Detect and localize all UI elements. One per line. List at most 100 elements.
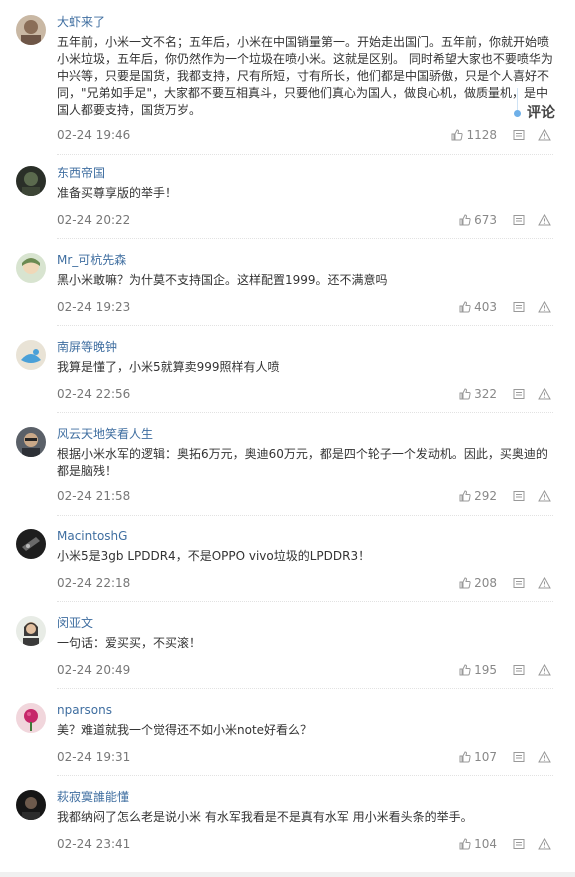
comment-time: 02-24 23:41	[57, 837, 131, 851]
comment-text: 根据小米水军的逻辑：奥拓6万元，奥迪60万元，都是四个轮子一个发动机。因此，买奥…	[57, 447, 548, 478]
avatar[interactable]	[16, 616, 46, 646]
avatar[interactable]	[16, 253, 46, 283]
comment-text: 美？难道就我一个觉得还不如小米note好看么？	[57, 723, 313, 737]
comment-meta: 02-24 22:56 322	[57, 385, 553, 403]
divider	[57, 412, 553, 413]
comment-time: 02-24 21:58	[57, 489, 131, 503]
like-count: 208	[474, 576, 497, 590]
comment-meta: 02-24 19:23 403	[57, 298, 553, 316]
like-count: 673	[474, 213, 497, 227]
report-icon[interactable]	[538, 214, 551, 226]
comment-username[interactable]: nparsons	[57, 703, 112, 717]
comment-text: 黑小米敢嘛？为什莫不支持国企。这样配置1999。还不满意吗	[57, 273, 388, 287]
reply-icon[interactable]	[513, 664, 525, 676]
like-button[interactable]: 195	[459, 661, 497, 679]
divider	[57, 688, 553, 689]
comment-time: 02-24 20:22	[57, 213, 131, 227]
like-button[interactable]: 322	[459, 385, 497, 403]
floating-comment-label: 评论	[527, 105, 555, 121]
like-count: 1128	[466, 128, 497, 142]
report-icon[interactable]	[538, 490, 551, 502]
comment-time: 02-24 22:56	[57, 387, 131, 401]
like-button[interactable]: 673	[459, 211, 497, 229]
like-button[interactable]: 208	[459, 574, 497, 592]
comment-meta: 02-24 22:18 208	[57, 574, 553, 592]
divider	[57, 515, 553, 516]
report-icon[interactable]	[538, 301, 551, 313]
comment-time: 02-24 20:49	[57, 663, 131, 677]
avatar[interactable]	[16, 166, 46, 196]
like-count: 104	[474, 837, 497, 851]
comment-time: 02-24 19:46	[57, 128, 131, 142]
reply-icon[interactable]	[513, 490, 525, 502]
reply-icon[interactable]	[513, 751, 525, 763]
comment-username[interactable]: 大虾来了	[57, 15, 105, 29]
like-count: 292	[474, 489, 497, 503]
floating-comment-button[interactable]: 评论	[510, 88, 570, 128]
comment-username[interactable]: 南屏等晚钟	[57, 340, 117, 354]
like-count: 195	[474, 663, 497, 677]
divider	[57, 601, 553, 602]
like-button[interactable]: 104	[459, 835, 497, 853]
comment-text: 我算是懂了，小米5就算卖999照样有人喷	[57, 360, 280, 374]
comment-text: 五年前，小米一文不名；五年后，小米在中国销量第一。开始走出国门。五年前，你就开始…	[57, 35, 553, 117]
comment-text: 准备买尊享版的举手！	[57, 186, 178, 200]
divider	[57, 238, 553, 239]
reply-icon[interactable]	[513, 838, 525, 850]
dot-icon	[514, 110, 521, 117]
avatar[interactable]	[16, 529, 46, 559]
report-icon[interactable]	[538, 129, 551, 141]
comment-username[interactable]: 萩寂寞誰能懂	[57, 790, 129, 804]
comment-username[interactable]: Mr_可杭先森	[57, 253, 126, 267]
comment-username[interactable]: 闵亚文	[57, 616, 93, 630]
report-icon[interactable]	[538, 577, 551, 589]
comment-time: 02-24 22:18	[57, 576, 131, 590]
thumbs-up-icon	[459, 214, 471, 226]
avatar[interactable]	[16, 703, 46, 733]
comment-meta: 02-24 20:49 195	[57, 661, 553, 679]
like-button[interactable]: 292	[459, 487, 497, 505]
report-icon[interactable]	[538, 388, 551, 400]
like-button[interactable]: 403	[459, 298, 497, 316]
comment-time: 02-24 19:23	[57, 300, 131, 314]
thumbs-up-icon	[459, 838, 471, 850]
avatar[interactable]	[16, 427, 46, 457]
thumbs-up-icon	[459, 664, 471, 676]
avatar[interactable]	[16, 340, 46, 370]
divider	[57, 775, 553, 776]
thumbs-up-icon	[459, 490, 471, 502]
avatar[interactable]	[16, 790, 46, 820]
reply-icon[interactable]	[513, 577, 525, 589]
like-button[interactable]: 1128	[451, 126, 497, 144]
comment-time: 02-24 19:31	[57, 750, 131, 764]
comment-text: 一句话：爱买买，不买滚！	[57, 636, 202, 650]
report-icon[interactable]	[538, 751, 551, 763]
divider	[57, 154, 553, 155]
report-icon[interactable]	[538, 838, 551, 850]
comment-meta: 02-24 21:58 292	[57, 487, 553, 505]
comment-meta: 02-24 19:46 1128	[57, 126, 553, 144]
avatar[interactable]	[16, 15, 46, 45]
reply-icon[interactable]	[513, 301, 525, 313]
like-button[interactable]: 107	[459, 748, 497, 766]
reply-icon[interactable]	[513, 214, 525, 226]
thumbs-up-icon	[459, 388, 471, 400]
reply-icon[interactable]	[513, 129, 525, 141]
reply-icon[interactable]	[513, 388, 525, 400]
comment-username[interactable]: 风云天地笑看人生	[57, 427, 153, 441]
comment-username[interactable]: MacintoshG	[57, 529, 127, 543]
comment-meta: 02-24 20:22 673	[57, 211, 553, 229]
like-count: 322	[474, 387, 497, 401]
thumbs-up-icon	[459, 301, 471, 313]
divider	[57, 325, 553, 326]
bottom-border	[0, 872, 575, 877]
comment-meta: 02-24 23:41 104	[57, 835, 553, 853]
like-count: 107	[474, 750, 497, 764]
comment-meta: 02-24 19:31 107	[57, 748, 553, 766]
thumbs-up-icon	[459, 577, 471, 589]
report-icon[interactable]	[538, 664, 551, 676]
timeline-line	[517, 88, 518, 110]
comment-text: 我都纳闷了怎么老是说小米 有水军我看是不是真有水军 用小米看头条的举手。	[57, 810, 473, 824]
thumbs-up-icon	[451, 129, 464, 141]
comment-username[interactable]: 东西帝国	[57, 166, 105, 180]
